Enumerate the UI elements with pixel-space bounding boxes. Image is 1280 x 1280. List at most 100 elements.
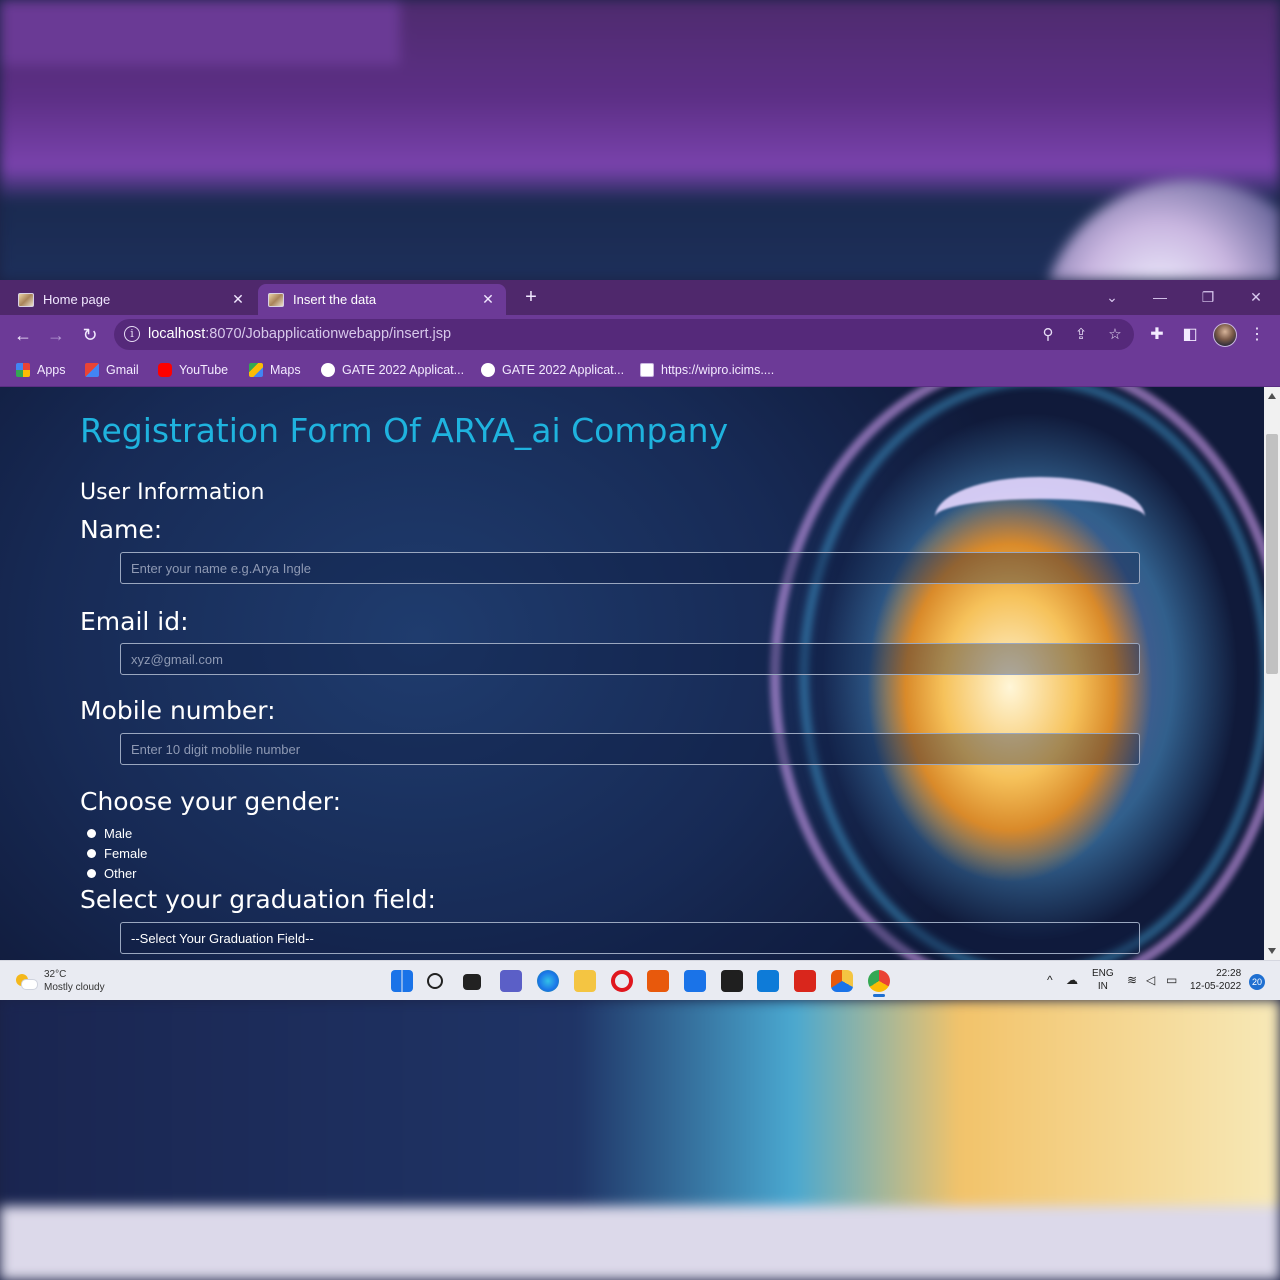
blurred-background-top <box>0 0 1280 280</box>
bookmark-label: https://wipro.icims.... <box>661 363 775 377</box>
bookmark-gate-2[interactable]: GATE 2022 Applicat... <box>481 363 624 377</box>
vscode-icon[interactable] <box>757 970 779 992</box>
dropbox-icon[interactable] <box>721 970 743 992</box>
gender-option-other[interactable]: Other <box>87 866 137 881</box>
search-icon[interactable] <box>427 973 443 989</box>
teams-chat-icon[interactable] <box>500 970 522 992</box>
page-favicon-icon <box>268 292 284 307</box>
mail-icon[interactable] <box>684 970 706 992</box>
scroll-down-icon[interactable] <box>1268 948 1276 954</box>
close-tab-icon[interactable]: ✕ <box>480 291 496 308</box>
file-explorer-icon[interactable] <box>574 970 596 992</box>
gender-option-female[interactable]: Female <box>87 846 147 861</box>
scroll-up-icon[interactable] <box>1268 393 1276 399</box>
gender-option-male[interactable]: Male <box>87 826 132 841</box>
apps-grid-icon <box>16 363 30 377</box>
minimize-icon[interactable]: — <box>1145 286 1175 308</box>
close-window-icon[interactable]: ✕ <box>1241 286 1271 308</box>
blurred-taskbar <box>0 1206 1280 1280</box>
new-tab-icon[interactable]: + <box>520 286 542 308</box>
url-host: localhost <box>148 326 206 342</box>
bookmark-label: Apps <box>37 363 66 377</box>
radio-icon[interactable] <box>87 849 96 858</box>
tab-insert-the-data[interactable]: Insert the data ✕ <box>258 284 506 315</box>
tab-label: Insert the data <box>293 292 377 307</box>
page-icon <box>640 363 654 377</box>
page-title: Registration Form Of ARYA_ai Company <box>80 411 729 450</box>
site-info-icon[interactable]: i <box>124 326 140 342</box>
back-icon[interactable]: ← <box>12 324 34 346</box>
cloud-sync-icon[interactable]: ☁ <box>1066 973 1078 987</box>
wifi-icon[interactable]: ≋ <box>1127 973 1137 987</box>
windows-start-icon[interactable] <box>391 970 413 992</box>
tab-search-chevron-icon[interactable]: ⌄ <box>1097 286 1127 308</box>
bookmark-gate-1[interactable]: GATE 2022 Applicat... <box>321 363 464 377</box>
clock[interactable]: 22:28 12-05-2022 <box>1190 967 1241 993</box>
zoom-icon[interactable]: ⚲ <box>1038 325 1058 345</box>
close-tab-icon[interactable]: ✕ <box>230 291 246 308</box>
bookmark-apps[interactable]: Apps <box>16 363 66 377</box>
restore-icon[interactable]: ❐ <box>1193 286 1223 308</box>
url-text[interactable]: localhost:8070/Jobapplicationwebapp/inse… <box>148 326 451 342</box>
chrome-icon[interactable] <box>868 970 890 992</box>
share-icon[interactable]: ⇪ <box>1071 325 1091 345</box>
show-hidden-icons-chevron-icon[interactable]: ^ <box>1047 973 1053 987</box>
notification-badge[interactable]: 20 <box>1249 974 1265 990</box>
address-bar[interactable]: i localhost:8070/Jobapplicationwebapp/in… <box>114 319 1134 350</box>
menu-kebab-icon[interactable]: ⋮ <box>1246 324 1268 346</box>
gender-option-label: Other <box>104 866 137 881</box>
reload-icon[interactable]: ↻ <box>79 324 101 346</box>
blurred-orb <box>1040 180 1280 280</box>
blurred-background-bottom <box>0 1000 1280 1280</box>
opera-icon[interactable] <box>611 970 633 992</box>
email-input[interactable] <box>120 643 1140 675</box>
weather-widget[interactable]: 32°C Mostly cloudy <box>14 968 105 994</box>
name-input[interactable] <box>120 552 1140 584</box>
language-indicator[interactable]: ENG IN <box>1092 967 1114 993</box>
browser-toolbar: ← → ↻ i localhost:8070/Jobapplicationweb… <box>0 315 1280 355</box>
mobile-label: Mobile number: <box>80 696 276 725</box>
bookmark-wipro[interactable]: https://wipro.icims.... <box>640 363 774 377</box>
globe-icon <box>321 363 335 377</box>
task-view-icon[interactable] <box>463 974 481 990</box>
extensions-icon[interactable]: ✚ <box>1146 324 1168 346</box>
browser-window: Home page ✕ Insert the data ✕ + ⌄ — ❐ ✕ … <box>0 280 1280 1000</box>
gender-label: Choose your gender: <box>80 787 342 816</box>
forward-icon[interactable]: → <box>45 324 67 346</box>
bookmark-label: GATE 2022 Applicat... <box>342 363 465 377</box>
gender-option-label: Male <box>104 826 133 841</box>
bookmark-label: YouTube <box>179 363 229 377</box>
mobile-input[interactable] <box>120 733 1140 765</box>
language-code: ENG <box>1092 968 1114 979</box>
side-panel-icon[interactable]: ◧ <box>1179 324 1201 346</box>
page-scrollbar[interactable] <box>1264 387 1280 960</box>
app-icon[interactable] <box>831 970 853 992</box>
background-orb-band <box>935 477 1145 557</box>
profile-avatar[interactable] <box>1213 323 1237 347</box>
office-icon[interactable] <box>647 970 669 992</box>
bookmark-maps[interactable]: Maps <box>249 363 301 377</box>
battery-icon[interactable]: ▭ <box>1166 973 1177 987</box>
radio-icon[interactable] <box>87 829 96 838</box>
radio-icon[interactable] <box>87 869 96 878</box>
tab-home-page[interactable]: Home page ✕ <box>8 284 256 315</box>
bookmark-gmail[interactable]: Gmail <box>85 363 139 377</box>
scroll-thumb[interactable] <box>1266 434 1278 674</box>
url-path: :8070/Jobapplicationwebapp/insert.jsp <box>205 326 452 342</box>
volume-icon[interactable]: ◁ <box>1146 973 1155 987</box>
windows-taskbar: 32°C Mostly cloudy ^ ☁ ENG IN ≋ ◁ ▭ 22:2… <box>0 960 1280 1000</box>
gmail-icon <box>85 363 99 377</box>
bookmark-label: GATE 2022 Applicat... <box>502 363 625 377</box>
weather-temp: 32°C <box>44 969 67 980</box>
gender-option-label: Female <box>104 846 148 861</box>
acrobat-icon[interactable] <box>794 970 816 992</box>
clock-time: 22:28 <box>1216 968 1242 979</box>
globe-icon <box>481 363 495 377</box>
bookmark-star-icon[interactable]: ☆ <box>1105 325 1125 345</box>
weather-cloudy-icon <box>14 972 38 990</box>
edge-icon[interactable] <box>537 970 559 992</box>
youtube-icon <box>158 363 172 377</box>
page-viewport: Registration Form Of ARYA_ai Company Use… <box>0 387 1264 960</box>
graduation-select[interactable]: --Select Your Graduation Field-- <box>120 922 1140 954</box>
bookmark-youtube[interactable]: YouTube <box>158 363 228 377</box>
